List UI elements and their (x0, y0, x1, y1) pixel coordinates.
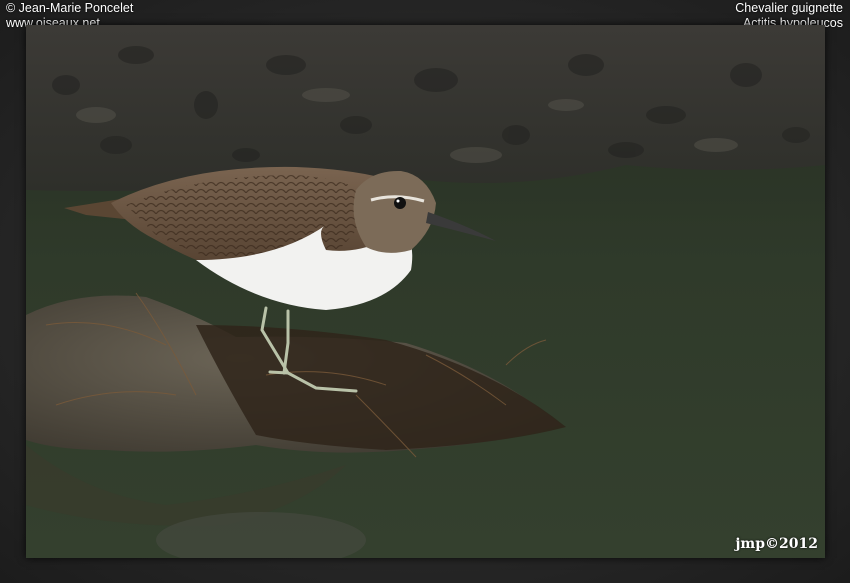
watermark: jmp©2012 (735, 536, 818, 552)
photo-scene (26, 25, 825, 558)
bird-photo (26, 25, 825, 558)
species-common-name: Chevalier guignette (735, 1, 843, 15)
author-credit: © Jean-Marie Poncelet (6, 1, 134, 15)
bird-eye (394, 197, 406, 209)
